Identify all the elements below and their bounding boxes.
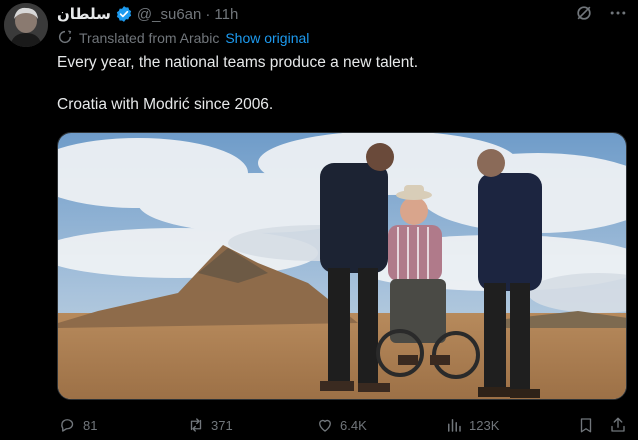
share-button[interactable] — [609, 416, 627, 434]
heart-icon — [319, 419, 331, 432]
translated-label: Translated from Arabic — [79, 30, 220, 46]
repost-button[interactable]: 371 — [187, 416, 233, 434]
grok-icon[interactable] — [574, 3, 594, 27]
more-options-icon[interactable] — [608, 3, 628, 27]
translate-icon — [57, 29, 73, 48]
tweet-text-line: Every year, the national teams produce a… — [57, 54, 419, 71]
repost-icon — [190, 418, 202, 432]
author-display-name[interactable]: سلطان — [57, 5, 111, 23]
views-icon — [448, 419, 461, 432]
like-button[interactable]: 6.4K — [316, 416, 367, 434]
bookmark-icon — [580, 418, 592, 433]
tweet-text: Every year, the national teams produce a… — [57, 52, 617, 115]
views-button[interactable]: 123K — [445, 416, 499, 434]
translation-notice: Translated from Arabic Show original — [57, 29, 309, 47]
tweet-header: سلطان @_su6an · 11h — [57, 4, 238, 24]
author-handle[interactable]: @_su6an — [137, 6, 201, 23]
reply-icon — [61, 419, 74, 432]
tweet-media-image[interactable] — [57, 132, 627, 400]
tweet-text-line: Croatia with Modrić since 2006. — [57, 96, 274, 113]
reply-button[interactable]: 81 — [59, 416, 97, 434]
like-count: 6.4K — [340, 417, 367, 433]
reply-count: 81 — [83, 417, 98, 433]
repost-count: 371 — [211, 417, 233, 433]
tweet-top-actions — [574, 3, 628, 27]
author-avatar[interactable] — [4, 3, 48, 47]
separator-dot: · — [205, 5, 211, 23]
tweet-actions-bar: 81 371 6.4K 123K — [57, 414, 628, 436]
views-count: 123K — [469, 417, 500, 433]
bookmark-button[interactable] — [577, 416, 595, 434]
tweet-timestamp[interactable]: 11h — [214, 6, 238, 23]
share-icon — [611, 417, 625, 432]
show-original-link[interactable]: Show original — [225, 30, 309, 46]
verified-badge-icon — [115, 5, 133, 23]
